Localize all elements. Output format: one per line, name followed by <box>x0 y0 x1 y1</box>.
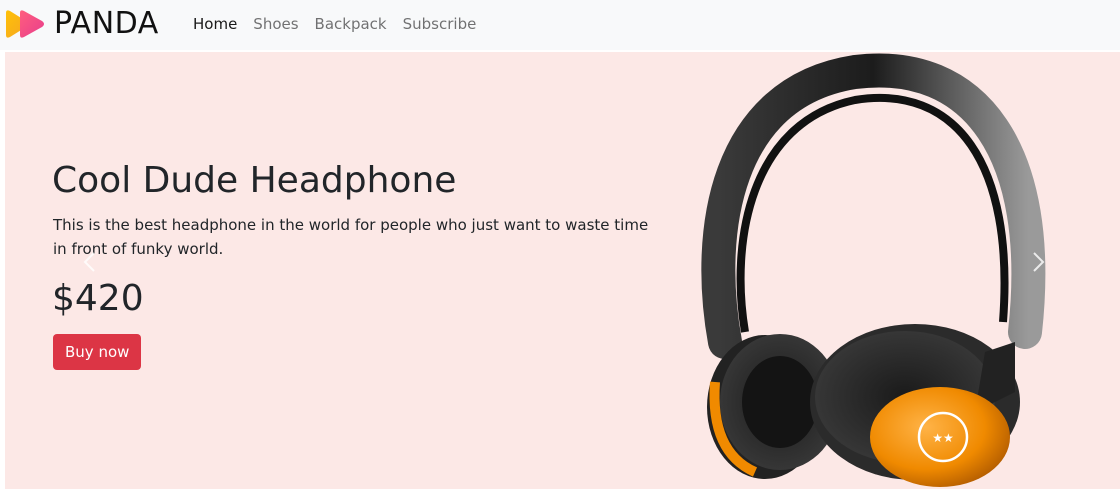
nav-links: Home Shoes Backpack Subscribe <box>193 13 492 35</box>
hero-carousel: Cool Dude Headphone This is the best hea… <box>5 52 1120 489</box>
brand-name: PANDA <box>54 6 159 41</box>
buy-now-button[interactable]: Buy now <box>53 334 142 370</box>
chevron-left-icon[interactable] <box>75 247 105 277</box>
hero-title: Cool Dude Headphone <box>52 160 457 201</box>
nav-link-backpack[interactable]: Backpack <box>315 13 387 35</box>
play-logo-icon <box>6 10 44 38</box>
nav-link-subscribe[interactable]: Subscribe <box>403 13 477 35</box>
nav-link-shoes[interactable]: Shoes <box>253 13 298 35</box>
svg-text:★★: ★★ <box>932 431 954 445</box>
headphone-image: ★★ <box>701 53 1046 487</box>
nav-link-home[interactable]: Home <box>193 13 237 35</box>
chevron-right-icon[interactable] <box>1023 247 1053 277</box>
navbar: PANDA Home Shoes Backpack Subscribe <box>0 0 1120 50</box>
hero-description: This is the best headphone in the world … <box>53 216 649 258</box>
hero-price: $420 <box>52 278 144 319</box>
brand-logo-link[interactable]: PANDA <box>4 5 159 43</box>
